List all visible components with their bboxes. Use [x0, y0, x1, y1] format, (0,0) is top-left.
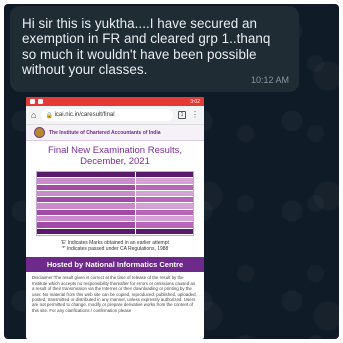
attached-screenshot[interactable]: 3:02 ⌂ 🔒 icai.nic.in/caresult/final 1 ⋮ …	[26, 97, 204, 339]
institute-logo	[34, 127, 45, 138]
result-notes: 'E' Indicates Marks obtained in an earli…	[26, 240, 204, 252]
marks-table	[36, 171, 194, 236]
note-line: '*' Indicates passed under CA Regulation…	[61, 246, 169, 253]
more-icon: ⋮	[191, 110, 199, 119]
message-time: 10:12 AM	[250, 75, 289, 85]
webpage: The Institute of Chartered Accountants o…	[26, 125, 204, 316]
status-time: 3:02	[190, 98, 200, 105]
chat-window: Hi sir this is yuktha....I have secured …	[4, 4, 339, 339]
url-text: icai.nic.in/caresult/final	[54, 112, 115, 118]
table-row	[37, 228, 193, 235]
site-header: The Institute of Chartered Accountants o…	[26, 125, 204, 141]
tab-count-icon: 1	[178, 111, 186, 119]
lock-icon: 🔒	[45, 112, 55, 119]
notification-icon	[30, 99, 35, 104]
result-title: Final New Examination Results, December,…	[47, 145, 183, 167]
url-field: 🔒 icai.nic.in/caresult/final	[41, 109, 173, 121]
disclaimer-text: Disclaimer:The result given is correct a…	[32, 275, 197, 313]
notification-icon	[38, 99, 43, 104]
message-bubble[interactable]: Hi sir this is yuktha....I have secured …	[10, 6, 299, 92]
site-name: The Institute of Chartered Accountants o…	[49, 129, 161, 136]
message-text: Hi sir this is yuktha....I have secured …	[22, 16, 271, 78]
home-icon: ⌂	[31, 109, 37, 120]
hosted-by-banner: Hosted by National Informatics Centre	[26, 257, 204, 273]
phone-status-bar: 3:02	[26, 97, 204, 106]
browser-url-bar: ⌂ 🔒 icai.nic.in/caresult/final 1 ⋮	[26, 106, 204, 125]
